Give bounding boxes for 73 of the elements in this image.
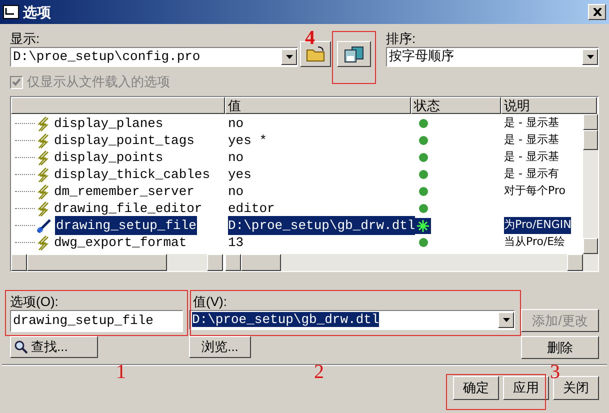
table-cell-text: display_thick_cables xyxy=(53,166,212,184)
table-row[interactable]: display_point_tags yes * 是 - 显示基 xyxy=(11,132,583,149)
table-cell-text: display_point_tags xyxy=(53,132,196,150)
find-button[interactable]: 查找... xyxy=(10,336,98,358)
table-cell-text: yes xyxy=(228,166,252,184)
close-button[interactable] xyxy=(588,4,606,20)
close-icon xyxy=(592,8,602,16)
sort-label: 排序: xyxy=(386,30,417,47)
table-cell-text: display_points xyxy=(53,148,164,167)
annotation-number: 1 xyxy=(116,362,126,382)
folder-icon xyxy=(306,46,326,62)
floppy-disk-icon xyxy=(343,45,366,63)
column-header[interactable] xyxy=(11,97,225,114)
lightning-icon xyxy=(36,184,50,200)
table-cell-text: 13 xyxy=(228,234,244,252)
lightning-icon xyxy=(36,150,50,166)
table-row[interactable]: display_planes no 是 - 显示基 xyxy=(11,115,583,132)
table-cell-text: no xyxy=(228,148,244,167)
table-cell-text: dm_remember_server xyxy=(53,182,196,201)
caret-icon xyxy=(502,318,510,322)
table-cell: drawing_setup_file xyxy=(55,216,198,236)
scrollbar[interactable] xyxy=(583,114,598,271)
option-label: 选项(O): xyxy=(10,293,60,310)
ok-button[interactable]: 确定 xyxy=(453,376,499,400)
column-header[interactable]: 值 xyxy=(225,97,411,114)
table-cell-text: no xyxy=(228,114,244,133)
window-icon xyxy=(3,5,19,19)
checkbox-label: 仅显示从文件载入的选项 xyxy=(27,73,170,92)
display-label: 显示: xyxy=(10,30,41,47)
table-cell-text: 是 - 显示基 xyxy=(504,149,559,166)
table-row[interactable]: display_points no 是 - 显示基 xyxy=(11,149,583,166)
table-row[interactable]: dm_remember_server no 对于每个Pro xyxy=(11,183,583,200)
table-cell-text: no xyxy=(228,182,244,201)
sort-dropdown[interactable]: 按字母顺序 xyxy=(386,47,599,67)
browse-button[interactable]: 浏览... xyxy=(189,336,251,358)
lightning-icon xyxy=(36,166,50,182)
table-cell-text: 是 - 显示有 xyxy=(504,166,559,182)
window-title: 选项 xyxy=(23,2,52,22)
table-cell-text: 当从Pro/E绘 xyxy=(504,234,566,250)
option-field[interactable]: drawing_setup_file xyxy=(10,310,183,332)
table-row[interactable]: display_thick_cables yes 是 - 显示有 xyxy=(11,166,583,183)
caret-icon xyxy=(586,55,594,59)
annotation-frame xyxy=(332,31,376,84)
annotation-number: 4 xyxy=(305,28,315,48)
table-cell-text: dwg_export_format xyxy=(53,234,188,252)
value-dropdown[interactable]: D:\proe_setup\gb_drw.dtl xyxy=(189,310,515,330)
lightning-icon xyxy=(36,234,50,250)
save-file-button[interactable] xyxy=(337,41,371,67)
apply-button[interactable]: 应用 xyxy=(503,376,549,400)
table-row[interactable]: dwg_export_format 13 当从Pro/E绘 xyxy=(11,234,583,251)
table-cell: 为Pro/ENGIN xyxy=(504,217,572,234)
annotation-number: 2 xyxy=(314,362,324,382)
display-dropdown[interactable]: D:\proe_setup\config.pro xyxy=(10,47,298,67)
scrollbar[interactable] xyxy=(225,254,583,271)
lightning-icon xyxy=(36,200,50,216)
lightning-icon xyxy=(36,132,50,148)
table-cell-text: 是 - 显示基 xyxy=(504,132,559,148)
value-label: 值(V): xyxy=(192,293,228,310)
table-cell-text: 是 - 显示基 xyxy=(504,115,559,132)
table-cell: D:\proe_setup\gb_drw.dtl xyxy=(228,216,416,236)
delete-button[interactable]: 删除 xyxy=(521,336,599,359)
search-icon xyxy=(14,340,28,354)
caret-icon xyxy=(286,55,292,59)
table-cell-text: editor xyxy=(228,200,275,218)
column-header[interactable]: 说明 xyxy=(501,97,597,114)
table-cell-text: yes * xyxy=(228,132,268,150)
lightning-icon xyxy=(36,116,50,132)
scrollbar[interactable] xyxy=(11,254,223,271)
table-cell-text: display_planes xyxy=(53,114,164,133)
table-row[interactable]: drawing_setup_file D:\proe_setup\gb_drw.dtl 为Pro/ENGIN xyxy=(11,217,583,234)
table-cell-text: 对于每个Pro xyxy=(504,183,566,200)
table-cell-text: drawing_file_editor xyxy=(53,200,204,218)
column-header[interactable]: 状态 xyxy=(411,97,501,114)
